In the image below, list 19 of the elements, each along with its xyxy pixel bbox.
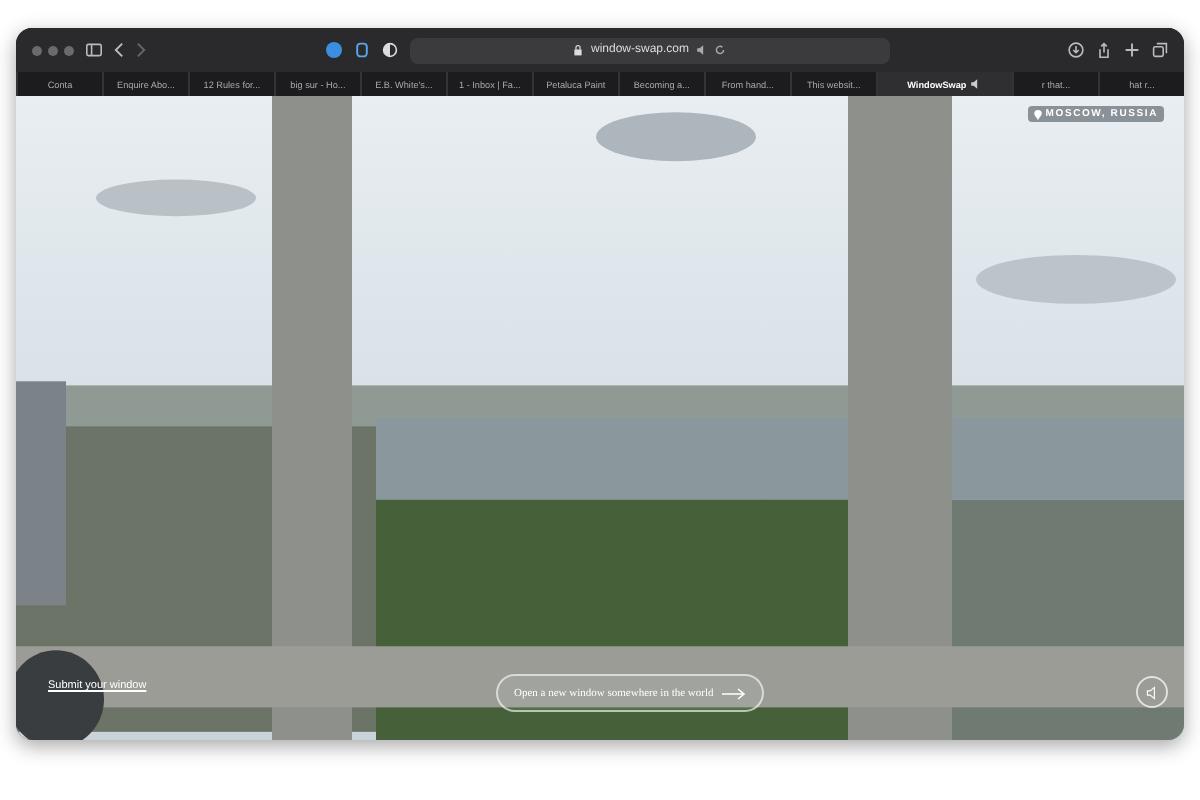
share-icon[interactable] (1096, 42, 1112, 58)
close-icon[interactable] (32, 45, 42, 55)
tabs-overview-icon[interactable] (1152, 42, 1168, 58)
download-icon[interactable] (1068, 42, 1084, 58)
speaker-icon[interactable] (695, 44, 708, 56)
arrow-icon (721, 687, 746, 699)
zoom-icon[interactable] (64, 45, 74, 55)
forward-icon[interactable] (136, 42, 146, 58)
sound-button[interactable] (1136, 676, 1168, 708)
speaker-icon[interactable] (970, 78, 983, 90)
pin-icon (1033, 109, 1042, 119)
lock-icon (572, 44, 585, 56)
reload-icon[interactable] (713, 44, 726, 56)
sidebar-icon[interactable] (86, 42, 102, 58)
back-icon[interactable] (114, 42, 124, 58)
plus-icon[interactable] (1124, 42, 1140, 58)
speaker-icon (1145, 685, 1159, 699)
contrast-icon[interactable] (381, 42, 397, 58)
minimize-icon[interactable] (48, 45, 58, 55)
